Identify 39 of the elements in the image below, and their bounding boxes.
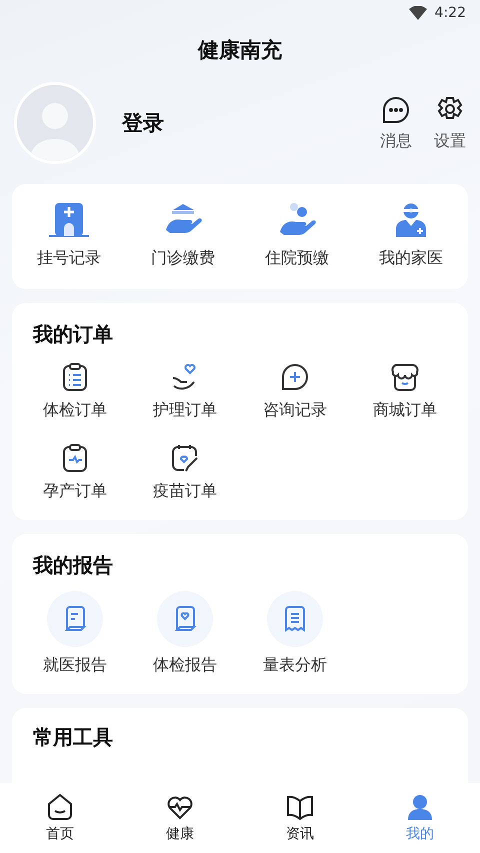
report-button[interactable]: 体检报告: [130, 591, 240, 676]
nav-tab[interactable]: 首页: [0, 793, 120, 843]
app-title: 健康南充: [198, 37, 282, 64]
book-icon: [286, 793, 314, 821]
section-title: 我的订单: [33, 321, 114, 348]
person-icon: [406, 793, 434, 821]
order-button[interactable]: 护理订单: [130, 360, 240, 421]
report-button[interactable]: 量表分析: [240, 591, 350, 676]
report-button[interactable]: 就医报告: [20, 591, 130, 676]
section-title: 常用工具: [33, 724, 114, 750]
order-button[interactable]: 孕产订单: [20, 441, 130, 502]
service-button[interactable]: 挂号记录: [12, 202, 126, 269]
status-time: 4:22: [434, 5, 466, 21]
order-button[interactable]: 疫苗订单: [130, 441, 240, 502]
clipboard-pulse-icon: [60, 443, 90, 473]
order-button[interactable]: 体检订单: [20, 360, 130, 421]
hospital-icon: [46, 202, 92, 238]
chat-icon: [381, 94, 411, 124]
chat-plus-icon: [280, 362, 310, 392]
messages-button[interactable]: 消息: [380, 94, 412, 152]
calendar-syringe-icon: [170, 443, 200, 473]
section-title: 我的报告: [33, 552, 114, 579]
service-button[interactable]: 我的家医: [354, 202, 468, 269]
home-icon: [46, 793, 74, 821]
clipboard-list-icon: [60, 362, 90, 392]
order-button[interactable]: 商城订单: [350, 360, 460, 421]
nav-tab[interactable]: 健康: [120, 793, 240, 843]
service-button[interactable]: 住院预缴: [240, 202, 354, 269]
wifi-icon: [408, 6, 427, 20]
shop-icon: [390, 362, 420, 392]
order-button[interactable]: 咨询记录: [240, 360, 350, 421]
nav-tab[interactable]: 资讯: [240, 793, 360, 843]
document-icon: [62, 605, 88, 633]
login-link[interactable]: 登录: [122, 109, 380, 137]
nav-tab[interactable]: 我的: [360, 793, 480, 843]
receipt-icon: [282, 605, 308, 633]
settings-button[interactable]: 设置: [434, 94, 466, 152]
document-heart-icon: [172, 605, 198, 633]
service-button[interactable]: 门诊缴费: [126, 202, 240, 269]
